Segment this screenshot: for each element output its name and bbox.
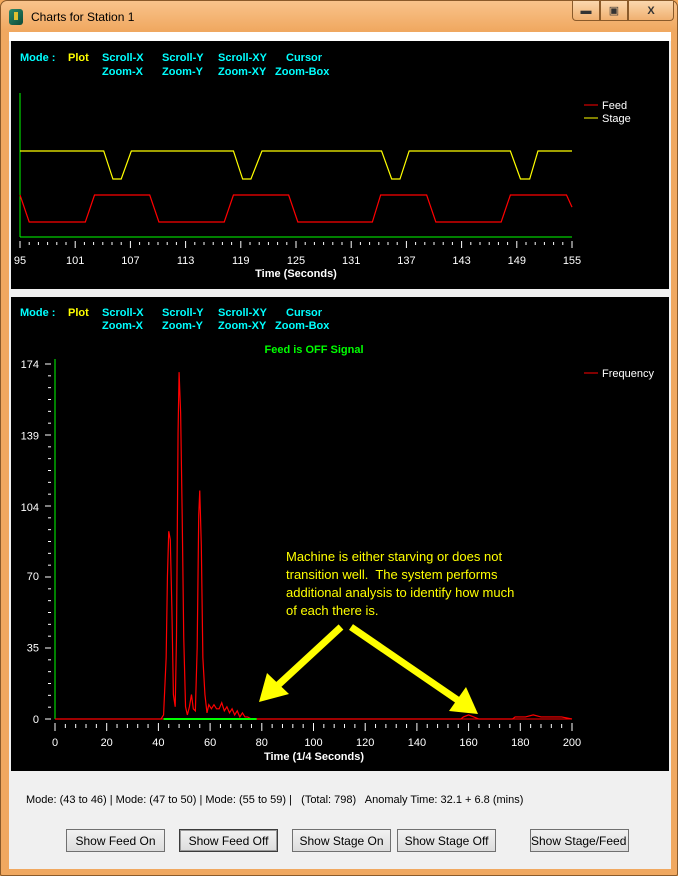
mode-label: Mode : xyxy=(20,307,55,319)
annotation: Machine is either starving or does not t… xyxy=(286,549,514,618)
x-tick-label: 20 xyxy=(101,737,113,749)
mode-scroll-xy[interactable]: Scroll-XY xyxy=(218,307,268,319)
x-tick-label: 107 xyxy=(121,255,139,267)
x-tick-label: 131 xyxy=(342,255,360,267)
mode-scroll-y[interactable]: Scroll-Y xyxy=(162,52,204,64)
mode-cursor[interactable]: Cursor xyxy=(286,307,323,319)
frequency-chart[interactable]: Mode : Plot Scroll-X Scroll-Y Scroll-XY … xyxy=(11,297,669,771)
x-tick-label: 125 xyxy=(287,255,305,267)
status-text: Mode: (43 to 46) | Mode: (47 to 50) | Mo… xyxy=(26,794,524,806)
legend-stage: Stage xyxy=(602,113,631,125)
y-tick-label: 139 xyxy=(21,430,39,442)
x-tick-label: 60 xyxy=(204,737,216,749)
x-tick-label: 40 xyxy=(152,737,164,749)
x-tick-label: 137 xyxy=(397,255,415,267)
frequency-chart-svg: Mode : Plot Scroll-X Scroll-Y Scroll-XY … xyxy=(20,307,654,763)
x-tick-label: 113 xyxy=(177,255,195,267)
arrow-icon xyxy=(349,624,478,714)
mode-scroll-x[interactable]: Scroll-X xyxy=(102,52,144,64)
mode-zoom-x[interactable]: Zoom-X xyxy=(102,320,144,332)
top-strip xyxy=(9,32,671,41)
mode-zoom-x[interactable]: Zoom-X xyxy=(102,66,144,78)
x-axis-title: Time (1/4 Seconds) xyxy=(264,751,364,763)
x-tick-label: 143 xyxy=(452,255,470,267)
feed-stage-chart-svg: Mode : Plot Scroll-X Scroll-Y Scroll-XY … xyxy=(14,52,631,280)
x-tick-label: 101 xyxy=(66,255,84,267)
y-tick-label: 35 xyxy=(27,643,39,655)
x-tick-label: 200 xyxy=(563,737,581,749)
y-tick-label: 70 xyxy=(27,571,39,583)
x-tick-label: 119 xyxy=(232,255,250,267)
client-area: Mode : Plot Scroll-X Scroll-Y Scroll-XY … xyxy=(9,32,671,869)
mode-scroll-x[interactable]: Scroll-X xyxy=(102,307,144,319)
x-tick-label: 95 xyxy=(14,255,26,267)
mode-zoom-y[interactable]: Zoom-Y xyxy=(162,66,204,78)
show-stage-on-button[interactable]: Show Stage On xyxy=(292,829,391,852)
show-stage-off-button[interactable]: Show Stage Off xyxy=(397,829,496,852)
mode-scroll-y[interactable]: Scroll-Y xyxy=(162,307,204,319)
show-stage-feed-button[interactable]: Show Stage/Feed O xyxy=(530,829,629,852)
chart-title: Feed is OFF Signal xyxy=(264,344,363,356)
annotation-line: of each there is. xyxy=(286,603,379,618)
annotation-line: additional analysis to identify how much xyxy=(286,585,514,600)
mode-zoom-xy[interactable]: Zoom-XY xyxy=(218,66,267,78)
y-tick-label: 0 xyxy=(33,714,39,726)
y-tick-label: 104 xyxy=(21,502,39,514)
series-line-frequency xyxy=(55,372,573,720)
x-tick-label: 149 xyxy=(508,255,526,267)
show-feed-off-button[interactable]: Show Feed Off xyxy=(179,829,278,852)
x-tick-label: 140 xyxy=(408,737,426,749)
x-tick-label: 0 xyxy=(52,737,58,749)
x-tick-label: 155 xyxy=(563,255,581,267)
close-button[interactable]: X xyxy=(628,1,674,21)
feed-stage-chart[interactable]: Mode : Plot Scroll-X Scroll-Y Scroll-XY … xyxy=(11,41,669,289)
legend-feed: Feed xyxy=(602,100,627,112)
app-icon xyxy=(9,9,23,25)
title-bar[interactable]: Charts for Station 1 ▬ ▣ X xyxy=(1,1,678,32)
y-tick-label: 174 xyxy=(21,359,39,371)
legend-frequency: Frequency xyxy=(602,368,654,380)
mode-zoom-box[interactable]: Zoom-Box xyxy=(275,320,330,332)
mode-cursor[interactable]: Cursor xyxy=(286,52,323,64)
series-line-stage xyxy=(20,150,572,180)
x-tick-label: 100 xyxy=(304,737,322,749)
mode-label: Mode : xyxy=(20,52,55,64)
mode-plot[interactable]: Plot xyxy=(68,307,89,319)
mode-zoom-box[interactable]: Zoom-Box xyxy=(275,66,330,78)
series-line-feed xyxy=(19,194,573,223)
mode-scroll-xy[interactable]: Scroll-XY xyxy=(218,52,268,64)
x-tick-label: 180 xyxy=(511,737,529,749)
x-tick-label: 160 xyxy=(459,737,477,749)
window-frame: Charts for Station 1 ▬ ▣ X Mode : Plot S… xyxy=(0,0,678,876)
minimize-button[interactable]: ▬ xyxy=(572,1,600,21)
show-feed-on-button[interactable]: Show Feed On xyxy=(66,829,165,852)
mode-zoom-y[interactable]: Zoom-Y xyxy=(162,320,204,332)
arrow-icon xyxy=(259,624,344,702)
x-tick-label: 120 xyxy=(356,737,374,749)
window-title: Charts for Station 1 xyxy=(31,10,135,24)
mode-plot[interactable]: Plot xyxy=(68,52,89,64)
mode-zoom-xy[interactable]: Zoom-XY xyxy=(218,320,267,332)
maximize-button[interactable]: ▣ xyxy=(600,1,628,21)
annotation-line: Machine is either starving or does not xyxy=(286,549,502,564)
x-axis-title: Time (Seconds) xyxy=(255,268,337,280)
x-tick-label: 80 xyxy=(256,737,268,749)
annotation-line: transition well. The system performs xyxy=(286,567,498,582)
